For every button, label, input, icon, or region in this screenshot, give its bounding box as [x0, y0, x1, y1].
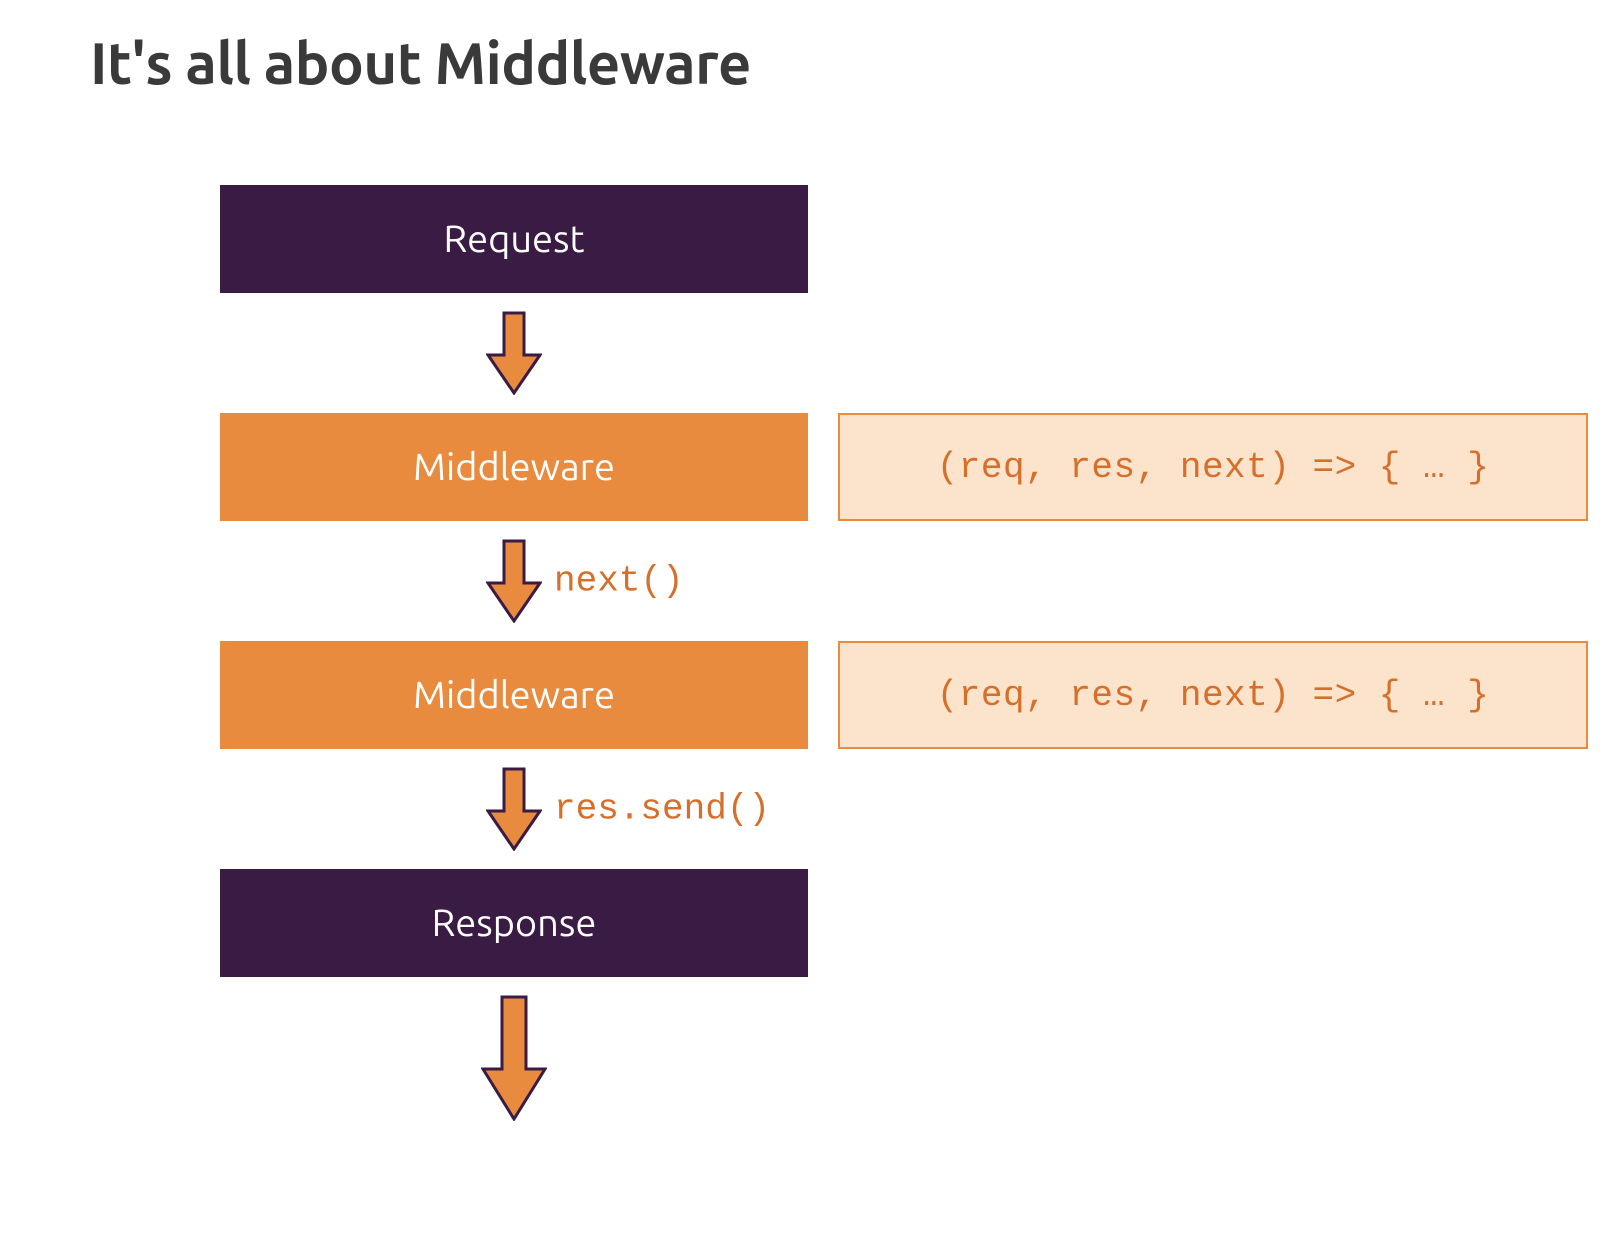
request-box: Request	[220, 185, 808, 293]
arrow-down-icon	[486, 539, 542, 623]
arrow-1	[220, 293, 808, 413]
middleware-flow-diagram: Request Middleware (req, res, next) => {…	[90, 185, 1522, 1139]
middleware-box-1: Middleware	[220, 413, 808, 521]
middleware-box-2: Middleware	[220, 641, 808, 749]
arrow-2-label: next()	[554, 561, 684, 602]
page-title: It's all about Middleware	[90, 30, 1522, 95]
arrow-2: next()	[220, 521, 808, 641]
arrow-3-label: res.send()	[554, 789, 770, 830]
middleware-code-2: (req, res, next) => { … }	[838, 641, 1588, 749]
arrow-4	[220, 977, 808, 1139]
arrow-3: res.send()	[220, 749, 808, 869]
arrow-down-icon	[486, 767, 542, 851]
arrow-down-icon	[481, 995, 547, 1121]
response-box: Response	[220, 869, 808, 977]
middleware-code-1: (req, res, next) => { … }	[838, 413, 1588, 521]
arrow-down-icon	[486, 311, 542, 395]
